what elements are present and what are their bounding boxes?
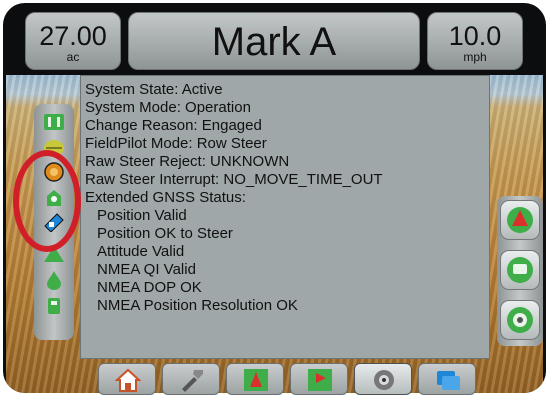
status-line: Raw Steer Reject: UNKNOWN bbox=[85, 153, 290, 170]
status-line: System State: Active bbox=[85, 81, 223, 98]
area-unit: ac bbox=[66, 50, 80, 64]
marking-button[interactable] bbox=[500, 250, 540, 290]
guidance-mode-icon bbox=[507, 207, 533, 233]
camera-view-icon bbox=[507, 307, 533, 333]
status-line: Extended GNSS Status: bbox=[85, 189, 246, 206]
system-status-panel: System State: Active System Mode: Operat… bbox=[80, 75, 490, 359]
data-icon bbox=[437, 371, 460, 390]
status-line: Position OK to Steer bbox=[97, 225, 233, 242]
right-tool-bar bbox=[497, 196, 543, 346]
status-line: NMEA DOP OK bbox=[97, 279, 202, 296]
area-applied-display[interactable]: 27.00 ac bbox=[25, 12, 121, 70]
status-line: Attitude Valid bbox=[97, 243, 185, 260]
field-marking-button[interactable] bbox=[290, 363, 348, 395]
field-name-display[interactable]: Mark A bbox=[128, 12, 420, 70]
speed-unit: mph bbox=[463, 50, 487, 64]
guidance-icon bbox=[244, 369, 268, 391]
camera-button[interactable] bbox=[354, 363, 412, 395]
boom-sections-icon[interactable] bbox=[43, 112, 65, 132]
display-screen: 27.00 ac Mark A 10.0 mph System State: A… bbox=[0, 0, 549, 396]
status-line: Position Valid bbox=[97, 207, 187, 224]
page-title: Mark A bbox=[211, 20, 337, 64]
tools-icon bbox=[182, 370, 203, 392]
flow-drop-icon[interactable] bbox=[43, 270, 65, 290]
status-line: NMEA Position Resolution OK bbox=[97, 297, 298, 314]
area-value: 27.00 bbox=[39, 21, 107, 51]
guidance-button[interactable] bbox=[226, 363, 284, 395]
field-marking-icon bbox=[308, 369, 332, 391]
camera-icon bbox=[374, 370, 394, 390]
status-line: FieldPilot Mode: Row Steer bbox=[85, 135, 267, 152]
home-button[interactable] bbox=[98, 363, 156, 395]
speed-display[interactable]: 10.0 mph bbox=[427, 12, 523, 70]
status-line: System Mode: Operation bbox=[85, 99, 251, 116]
vehicle-icon[interactable] bbox=[43, 296, 65, 316]
marking-icon bbox=[507, 257, 533, 283]
highlight-circle bbox=[13, 150, 81, 252]
top-status-bar: 27.00 ac Mark A 10.0 mph bbox=[6, 6, 543, 74]
home-icon bbox=[114, 368, 142, 392]
status-line: NMEA QI Valid bbox=[97, 261, 196, 278]
status-line: Change Reason: Engaged bbox=[85, 117, 262, 134]
status-line: Raw Steer Interrupt: NO_MOVE_TIME_OUT bbox=[85, 171, 383, 188]
guidance-mode-button[interactable] bbox=[500, 200, 540, 240]
camera-view-button[interactable] bbox=[500, 300, 540, 340]
bottom-nav-bar bbox=[90, 360, 490, 396]
data-button[interactable] bbox=[418, 363, 476, 395]
tools-button[interactable] bbox=[162, 363, 220, 395]
speed-value: 10.0 bbox=[448, 21, 502, 51]
